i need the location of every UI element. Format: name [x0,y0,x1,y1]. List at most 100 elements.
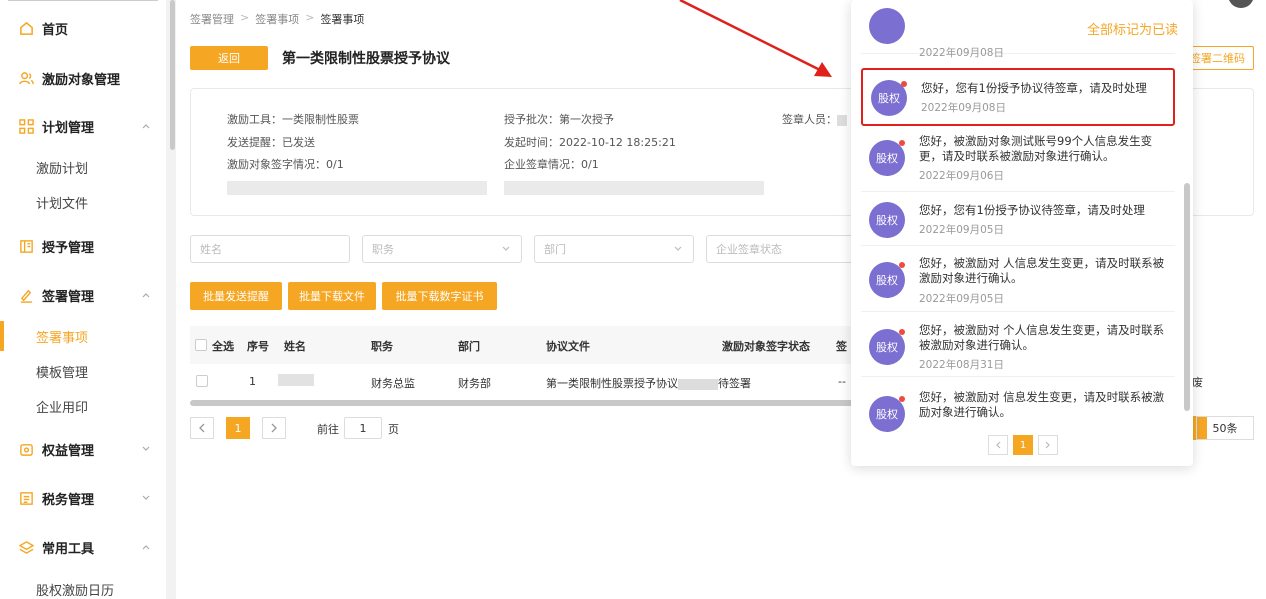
page-size-select[interactable]: 50条 [1196,416,1254,440]
table-horizontal-scrollbar[interactable] [190,400,854,406]
info-signer: 签章人员： [782,111,847,127]
notification-time: 2022年08月31日 [919,359,1004,371]
sidebar: 首页 激励对象管理 计划管理 激励计划 计划文件 授予管理 签署管理 签署事项 … [0,0,166,599]
row-department: 财务部 [458,377,491,390]
sidebar-item-label: 签署管理 [42,289,95,305]
info-signer-label: 签章人员： [782,113,837,126]
notification-time: 2022年09月06日 [919,170,1004,182]
notification-item-highlighted[interactable]: 股权 您好，您有1份授予协议待签章，请及时处理 2022年09月08日 [861,68,1175,126]
info-batch: 授予批次：第一次授予 [504,113,614,126]
sidebar-sub-signing-items[interactable]: 签署事项 [0,319,166,353]
batch-remind-button[interactable]: 批量发送提醒 [190,282,282,310]
goto-page-input[interactable]: 1 [344,417,382,439]
notification-item[interactable]: 2022年09月08日 [861,8,1175,59]
notification-item[interactable]: 股权 您好，被激励对 信息发生变更，请及时联系被激励对象进行确认。 [861,382,1175,432]
sidebar-item-signing[interactable]: 签署管理 [0,283,166,307]
chevron-down-icon [674,246,682,251]
batch-download-certs-button[interactable]: 批量下载数字证书 [382,282,497,310]
select-all-checkbox[interactable] [195,339,207,351]
row-file-link[interactable]: 第一类限制性股票授予协议 [546,375,718,391]
notification-time: 2022年09月05日 [919,224,1004,236]
sidebar-item-grant[interactable]: 授予管理 [0,234,166,258]
select-all-label: 全选 [212,340,234,353]
sidebar-item-plan[interactable]: 计划管理 [0,114,166,138]
chevron-right-icon [271,423,277,433]
sidebar-item-tools[interactable]: 常用工具 [0,535,166,559]
position-filter-select[interactable]: 职务 [362,235,522,263]
sidebar-item-label: 激励对象管理 [42,72,121,88]
breadcrumb-separator: > [305,11,315,24]
row-company-status: -- [838,375,846,388]
notification-time: 2022年09月08日 [919,47,1004,59]
company-status-filter-select[interactable]: 企业签章状态 [706,235,866,263]
sidebar-item-label: 计划管理 [42,120,95,136]
sidebar-item-label: 权益管理 [42,443,95,459]
department-filter-select[interactable]: 部门 [534,235,694,263]
notification-item[interactable]: 股权 您好，被激励对 个人信息发生变更，请及时联系被激励对象进行确认。 2022… [861,317,1175,377]
sidebar-scrollbar[interactable] [170,0,175,150]
row-file-label: 第一类限制性股票授予协议 [546,377,678,390]
notification-message: 您好，被激励对 个人信息发生变更，请及时联系被激励对象进行确认。 [919,323,1165,352]
sidebar-sub-template[interactable]: 模板管理 [0,354,166,388]
chevron-down-icon [142,495,150,500]
notification-message: 您好，被激励对象测试账号99个人信息发生变更，请及时联系被激励对象进行确认。 [919,134,1153,163]
info-object-sign: 激励对象签字情况：0/1 [227,158,344,171]
chevron-down-icon [502,246,510,251]
redacted-block [678,378,718,390]
notification-page-button[interactable]: 1 [1013,435,1033,455]
column-header: 职务 [371,340,393,353]
tax-icon [18,490,34,506]
goto-label: 前往 [317,423,339,436]
home-icon [18,20,34,36]
sidebar-item-label: 税务管理 [42,492,95,508]
book-icon [18,238,34,254]
prev-page-button[interactable] [190,417,214,439]
batch-download-files-button[interactable]: 批量下载文件 [288,282,376,310]
redacted-block [837,114,847,126]
notification-message: 您好，您有1份授予协议待签章，请及时处理 [919,203,1145,217]
sidebar-sub-calendar[interactable]: 股权激励日历 [0,572,166,599]
sidebar-item-equity[interactable]: 权益管理 [0,437,166,461]
notification-item[interactable]: 股权 您好，被激励对 人信息发生变更，请及时联系被激励对象进行确认。 2022年… [861,250,1175,312]
sidebar-sub-label: 股权激励日历 [36,583,115,599]
chevron-left-icon [199,423,205,433]
page-number-button[interactable]: 1 [226,417,250,439]
sidebar-item-label: 常用工具 [42,541,95,557]
sidebar-sub-incentive-plan[interactable]: 激励计划 [0,150,166,184]
column-header: 签 [836,340,847,353]
unread-dot [899,262,905,268]
layers-icon [18,539,34,555]
breadcrumb-item[interactable]: 签署管理 [190,11,234,27]
row-index: 1 [249,375,256,388]
notification-prev-button[interactable] [988,435,1008,455]
notification-item[interactable]: 股权 您好，被激励对象测试账号99个人信息发生变更，请及时联系被激励对象进行确认… [861,130,1175,192]
next-page-button[interactable] [262,417,286,439]
info-tool: 激励工具：一类限制性股票 [227,113,359,126]
notification-next-button[interactable] [1038,435,1058,455]
notification-scrollbar[interactable] [1184,183,1190,411]
row-checkbox[interactable] [196,375,208,387]
column-header: 序号 [247,340,269,353]
notification-message: 您好，被激励对 信息发生变更，请及时联系被激励对象进行确认。 [919,390,1165,419]
notification-avatar [869,8,905,44]
back-button[interactable]: 返回 [190,46,268,70]
sidebar-sub-label: 签署事项 [36,330,89,346]
redacted-name [278,374,314,386]
unread-dot [899,329,905,335]
breadcrumb: 签署管理 > 签署事项 > 签署事项 [190,11,364,27]
sidebar-divider [8,0,158,3]
sidebar-item-label: 授予管理 [42,240,95,256]
sidebar-sub-seal[interactable]: 企业用印 [0,389,166,423]
unread-dot [899,140,905,146]
page-title: 第一类限制性股票授予协议 [282,51,450,67]
grid-icon [18,118,34,134]
position-placeholder: 职务 [372,243,394,256]
sidebar-item-incentive-objects[interactable]: 激励对象管理 [0,66,166,90]
sidebar-item-home[interactable]: 首页 [0,16,166,40]
breadcrumb-item[interactable]: 签署事项 [255,11,299,27]
sidebar-item-tax[interactable]: 税务管理 [0,486,166,510]
name-filter-input[interactable]: 姓名 [190,235,350,263]
sidebar-sub-plan-files[interactable]: 计划文件 [0,185,166,219]
equity-icon [18,441,34,457]
notification-item[interactable]: 股权 您好，您有1份授予协议待签章，请及时处理 2022年09月05日 [861,194,1175,246]
